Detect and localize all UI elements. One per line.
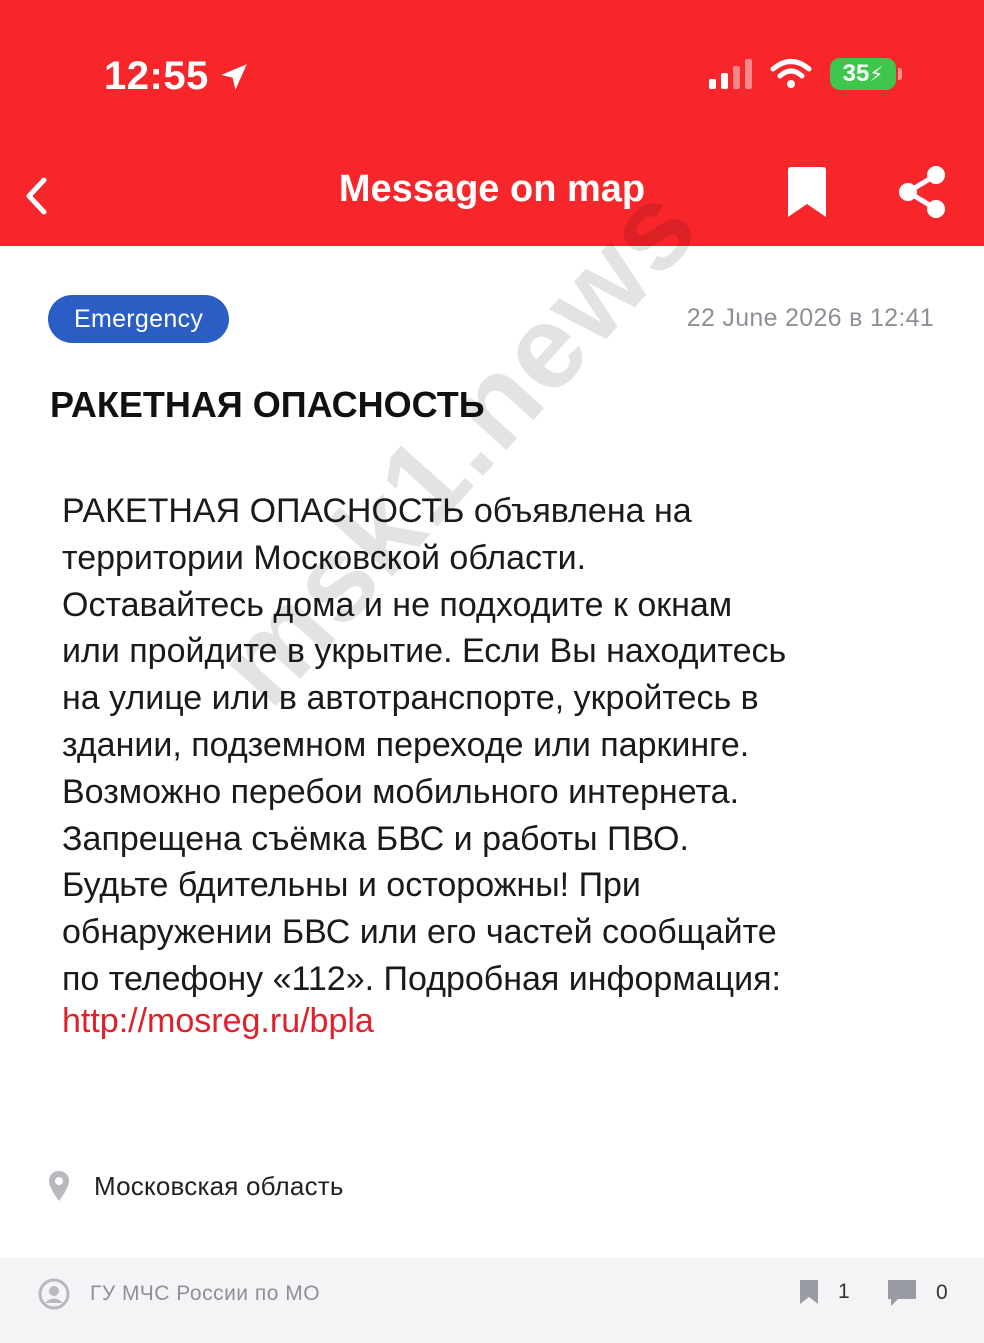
user-avatar-icon <box>38 1278 70 1310</box>
body-line: Будьте бдительны и осторожны! При <box>62 866 641 905</box>
status-indicators: 35 ⚡ <box>709 58 902 90</box>
battery-level: 35 <box>842 60 870 87</box>
body-line: Запрещена съёмка БВС и работы ПВО. <box>62 819 689 858</box>
message-date: 22 June 2026 в 12:41 <box>686 304 934 332</box>
bookmark-count-value: 1 <box>838 1280 850 1303</box>
status-time: 12:55 <box>104 54 251 99</box>
cellular-signal-icon <box>709 59 752 89</box>
bookmark-count[interactable]: 1 <box>798 1278 850 1306</box>
footer-bar: ГУ МЧС России по МО 1 0 <box>0 1258 984 1343</box>
body-line: здании, подземном переходе или паркинге. <box>62 725 750 764</box>
body-line: Возможно перебои мобильного интернета. <box>62 772 740 811</box>
bookmark-icon <box>788 167 826 217</box>
location-name: Московская область <box>94 1170 344 1201</box>
message-body: РАКЕТНАЯ ОПАСНОСТЬ объявлена на территор… <box>62 488 942 1003</box>
info-link[interactable]: http://mosreg.ru/bpla <box>62 1002 374 1041</box>
comment-icon <box>888 1280 916 1306</box>
category-badge[interactable]: Emergency <box>48 295 230 343</box>
comment-count[interactable]: 0 <box>886 1278 948 1308</box>
screen: 12:55 35 ⚡ Message on map Emergency 22 J… <box>0 0 984 1343</box>
battery-icon: 35 ⚡ <box>830 58 902 90</box>
status-time-text: 12:55 <box>104 54 209 98</box>
map-pin-icon <box>49 1171 69 1201</box>
bookmark-button[interactable] <box>784 166 830 220</box>
bookmark-icon <box>800 1280 818 1304</box>
body-line: обнаружении БВС или его частей сообщайте <box>62 913 777 952</box>
body-line: по телефону «112». Подробная информация: <box>62 959 781 998</box>
wifi-icon <box>770 59 812 88</box>
share-button[interactable] <box>896 164 948 220</box>
comment-count-value: 0 <box>936 1281 948 1304</box>
header-bar: 12:55 35 ⚡ Message on map <box>0 0 984 246</box>
author[interactable]: ГУ МЧС России по МО <box>38 1278 320 1310</box>
author-name: ГУ МЧС России по МО <box>90 1282 321 1305</box>
page-title: Message on map <box>338 168 646 210</box>
body-line: территории Московской области. <box>62 538 587 577</box>
location-arrow-icon <box>221 63 247 90</box>
location-row: Московская область <box>48 1170 344 1202</box>
body-line: на улице или в автотранспорте, укройтесь… <box>62 679 759 718</box>
share-icon <box>899 166 945 218</box>
body-line: Оставайтесь дома и не подходите к окнам <box>62 585 733 624</box>
